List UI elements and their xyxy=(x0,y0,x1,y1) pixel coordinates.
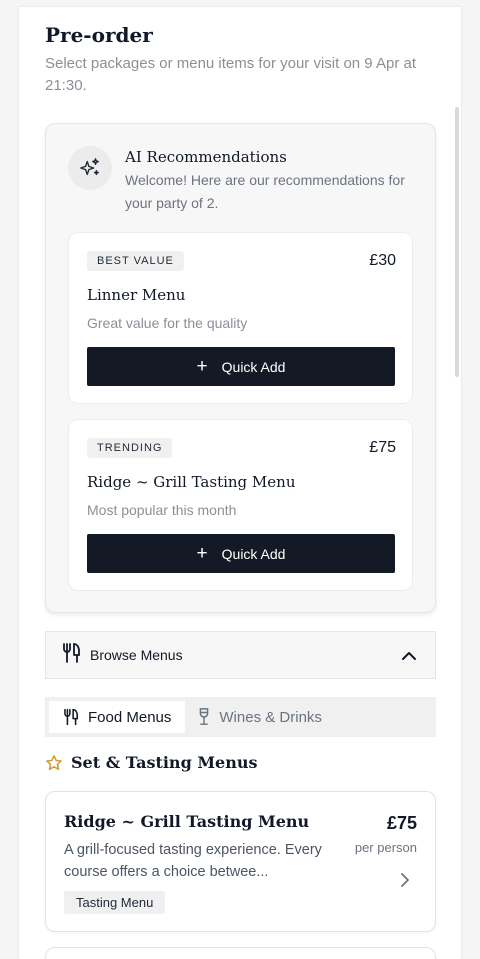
page-subtitle: Select packages or menu items for your v… xyxy=(45,55,417,94)
section-heading: Set & Tasting Menus xyxy=(45,753,257,772)
menu-item-card[interactable]: Ridge ~ Grill Tasting Menu A grill-focus… xyxy=(45,791,436,932)
recommendation-description: Most popular this month xyxy=(87,502,237,518)
menu-item-description: A grill-focused tasting experience. Ever… xyxy=(64,839,346,883)
recommendation-badge: BEST VALUE xyxy=(87,251,184,271)
recommendation-name: Linner Menu xyxy=(87,286,186,304)
recommendation-badge: TRENDING xyxy=(87,438,173,458)
menu-item-price: £75 xyxy=(386,813,417,833)
tab-wines-drinks[interactable]: Wines & Drinks xyxy=(185,701,336,733)
quick-add-label: Quick Add xyxy=(221,545,286,562)
menu-item-description-text: A grill-focused tasting experience. Ever… xyxy=(64,842,322,880)
recommendation-name: Ridge ~ Grill Tasting Menu xyxy=(87,473,296,491)
plus-icon: + xyxy=(196,356,208,377)
quick-add-button[interactable]: + Quick Add xyxy=(87,347,395,386)
cutlery-icon xyxy=(64,708,79,726)
browse-menus-toggle[interactable]: Browse Menus xyxy=(45,631,436,679)
menu-item-price-unit: per person xyxy=(354,840,417,855)
tab-food-menus[interactable]: Food Menus xyxy=(49,701,186,733)
section-title: Set & Tasting Menus xyxy=(71,753,258,772)
recommendation-price: £30 xyxy=(369,252,396,269)
quick-add-label: Quick Add xyxy=(221,358,286,375)
quick-add-button[interactable]: + Quick Add xyxy=(87,534,395,573)
menu-item-tag: Tasting Menu xyxy=(64,891,166,914)
plus-icon: + xyxy=(196,543,208,564)
menu-item-card[interactable] xyxy=(45,947,436,959)
star-icon xyxy=(46,754,62,770)
browse-menus-label: Browse Menus xyxy=(90,647,183,663)
chevron-up-icon xyxy=(401,648,417,669)
tab-label: Food Menus xyxy=(88,708,172,726)
sparkles-icon xyxy=(68,146,112,190)
recommendation-description: Great value for the quality xyxy=(87,315,248,331)
ai-recommendations-card: AI Recommendations Welcome! Here are our… xyxy=(45,123,436,613)
ai-description: Welcome! Here are our recommendations fo… xyxy=(125,172,405,211)
wine-glass-icon xyxy=(200,708,209,725)
page-title: Pre-order xyxy=(45,23,153,47)
recommendation-card: TRENDING £75 Ridge ~ Grill Tasting Menu … xyxy=(68,419,413,591)
menu-item-name: Ridge ~ Grill Tasting Menu xyxy=(64,812,310,831)
ai-title: AI Recommendations xyxy=(125,148,287,166)
scrollbar[interactable] xyxy=(455,107,459,377)
tab-label: Wines & Drinks xyxy=(219,708,322,726)
cutlery-icon xyxy=(62,642,82,669)
preorder-panel: Pre-order Select packages or menu items … xyxy=(18,6,462,959)
menu-tabs: Food Menus Wines & Drinks xyxy=(45,697,436,737)
recommendation-card: BEST VALUE £30 Linner Menu Great value f… xyxy=(68,232,413,404)
recommendation-price: £75 xyxy=(369,439,396,456)
chevron-right-icon xyxy=(399,872,411,893)
